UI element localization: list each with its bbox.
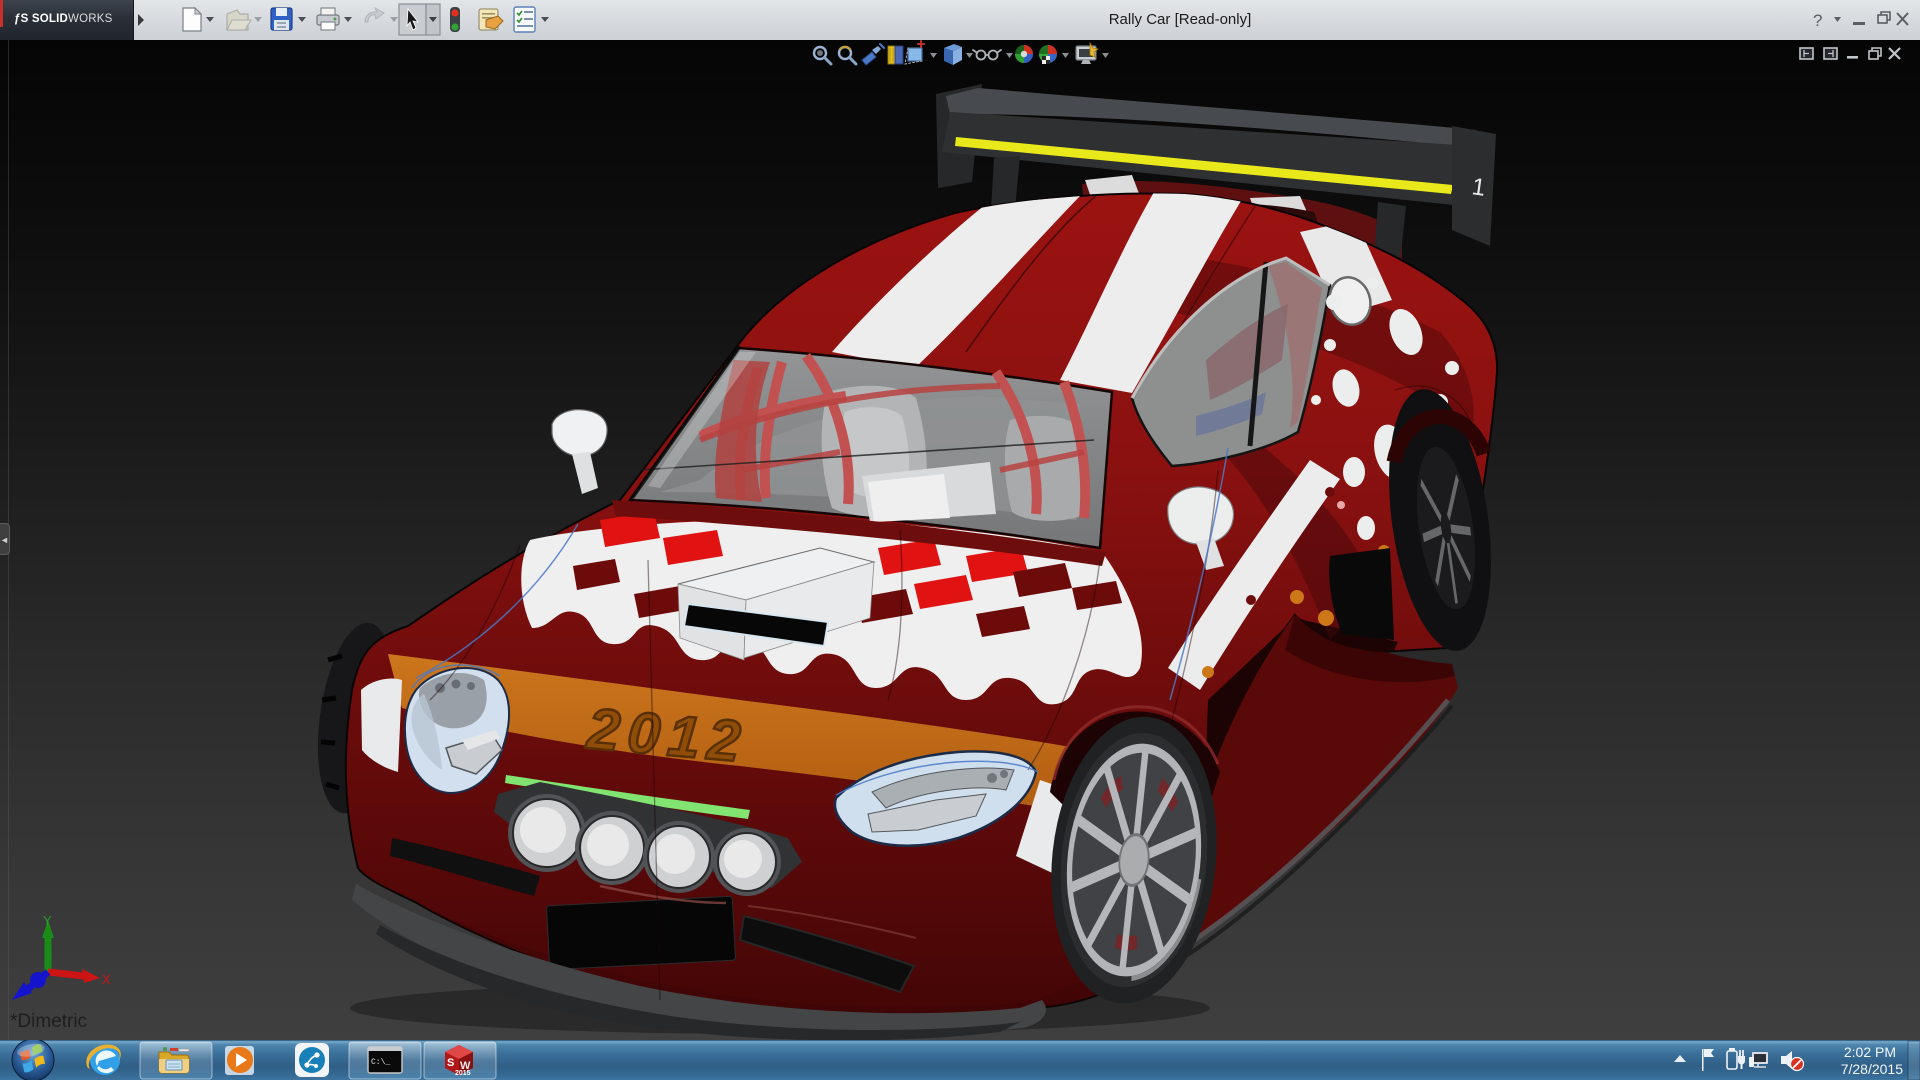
svg-text:2015: 2015 [455, 1070, 471, 1077]
svg-text:X: X [102, 972, 111, 987]
svg-text:7/28/2015: 7/28/2015 [1841, 1061, 1903, 1077]
svg-text:C:\_: C:\_ [371, 1058, 390, 1067]
svg-text:?: ? [1813, 11, 1822, 30]
svg-text:2:02 PM: 2:02 PM [1844, 1044, 1896, 1060]
svg-text:S: S [447, 1057, 454, 1069]
svg-text:Y: Y [43, 913, 52, 928]
